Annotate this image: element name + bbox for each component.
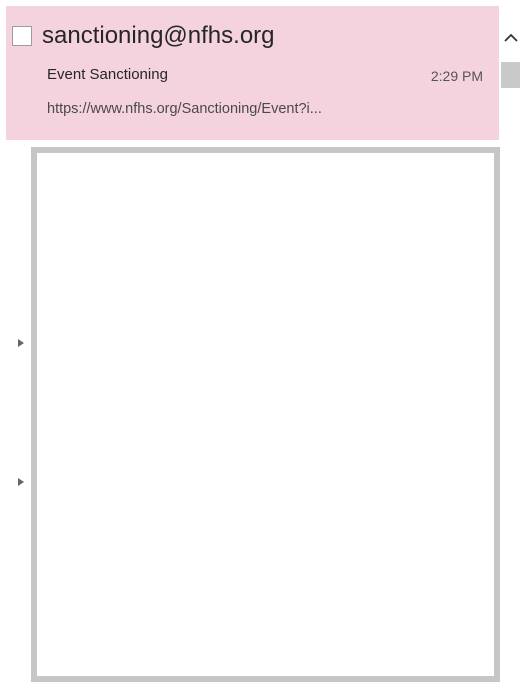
- scrollbar-thumb[interactable]: [501, 62, 520, 88]
- scroll-up-chevron-icon[interactable]: [503, 28, 519, 48]
- expand-triangle-right-icon[interactable]: [17, 474, 25, 486]
- message-list-item-selected[interactable]: sanctioning@nfhs.org Event Sanctioning 2…: [6, 6, 499, 140]
- expand-triangle-right-icon[interactable]: [17, 335, 25, 347]
- message-preview: https://www.nfhs.org/Sanctioning/Event?i…: [47, 101, 322, 117]
- mail-list-view: sanctioning@nfhs.org Event Sanctioning 2…: [0, 0, 520, 682]
- message-select-checkbox[interactable]: [12, 26, 32, 46]
- message-subject: Event Sanctioning: [47, 66, 168, 83]
- reading-pane: [31, 147, 500, 682]
- message-sender: sanctioning@nfhs.org: [42, 22, 275, 49]
- message-time: 2:29 PM: [430, 68, 483, 84]
